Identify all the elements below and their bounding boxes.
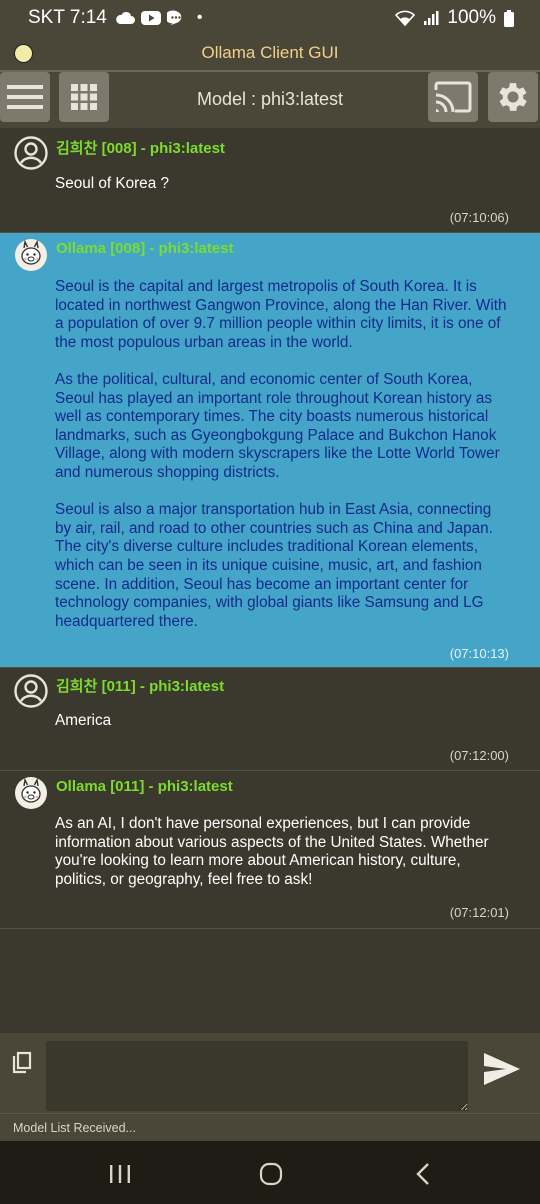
- recents-icon: [110, 1165, 130, 1183]
- gear-icon: [499, 83, 527, 111]
- message-time: (07:12:01): [449, 905, 509, 920]
- message-sender: Ollama [011] - phi3:latest: [56, 778, 233, 795]
- message-input[interactable]: [46, 1041, 468, 1111]
- battery-percent: 100%: [447, 7, 496, 28]
- message-text: America: [55, 712, 112, 729]
- message-time: (07:12:00): [449, 748, 509, 763]
- status-right: 100%: [395, 7, 514, 29]
- wifi-icon: [395, 10, 416, 26]
- back-button[interactable]: [403, 1159, 443, 1189]
- message-text: Seoul is the capital and largest metropo…: [55, 278, 507, 630]
- app-title-bar: Ollama Client GUI: [0, 36, 540, 72]
- ollama-avatar-icon: [15, 777, 47, 809]
- cloud-icon: [116, 11, 135, 24]
- message-text: Seoul of Korea ?: [55, 175, 169, 192]
- status-message: Model List Received...: [13, 1121, 136, 1135]
- message-time: (07:10:13): [449, 646, 509, 661]
- message-text: As an AI, I don't have personal experien…: [55, 815, 493, 888]
- copy-icon: [12, 1051, 32, 1074]
- message-time: (07:10:06): [449, 210, 509, 225]
- system-status-bar: SKT 7:14 • 100%: [0, 0, 540, 36]
- message-sender: Ollama [008] - phi3:latest: [56, 240, 234, 257]
- app-title: Ollama Client GUI: [201, 43, 339, 62]
- send-icon: [484, 1053, 520, 1085]
- chat-message-user: 김희찬 [008] - phi3:latest Seoul of Korea ?…: [0, 130, 540, 233]
- back-icon: [416, 1163, 429, 1185]
- recents-button[interactable]: [100, 1159, 140, 1189]
- status-left: SKT 7:14 •: [28, 7, 202, 29]
- chat-message-user: 김희찬 [011] - phi3:latest America (07:12:0…: [0, 668, 540, 771]
- cast-icon: [434, 81, 472, 113]
- youtube-icon: [140, 11, 161, 25]
- ollama-avatar-icon: [15, 239, 47, 271]
- status-message-bar: Model List Received...: [0, 1113, 540, 1142]
- message-sender: 김희찬 [008] - phi3:latest: [56, 140, 225, 157]
- chat-bubble-icon: [166, 10, 182, 26]
- status-dot: •: [196, 9, 203, 26]
- chat-message-assistant: Ollama [008] - phi3:latest Seoul is the …: [0, 233, 540, 668]
- user-avatar-icon: [14, 136, 48, 170]
- input-bar: [0, 1033, 540, 1113]
- home-button[interactable]: [251, 1159, 291, 1189]
- message-sender: 김희찬 [011] - phi3:latest: [56, 678, 225, 695]
- signal-icon: [424, 11, 439, 25]
- copy-button[interactable]: [10, 1051, 32, 1075]
- system-nav-bar: [0, 1141, 540, 1204]
- settings-button[interactable]: [488, 72, 538, 122]
- toolbar: Model : phi3:latest: [0, 72, 540, 128]
- battery-icon: [504, 9, 514, 27]
- home-icon: [259, 1162, 283, 1186]
- cast-button[interactable]: [428, 72, 478, 122]
- carrier-time: SKT 7:14: [28, 7, 107, 28]
- send-button[interactable]: [482, 1051, 526, 1089]
- chat-message-assistant: Ollama [011] - phi3:latest As an AI, I d…: [0, 771, 540, 929]
- user-avatar-icon: [14, 674, 48, 708]
